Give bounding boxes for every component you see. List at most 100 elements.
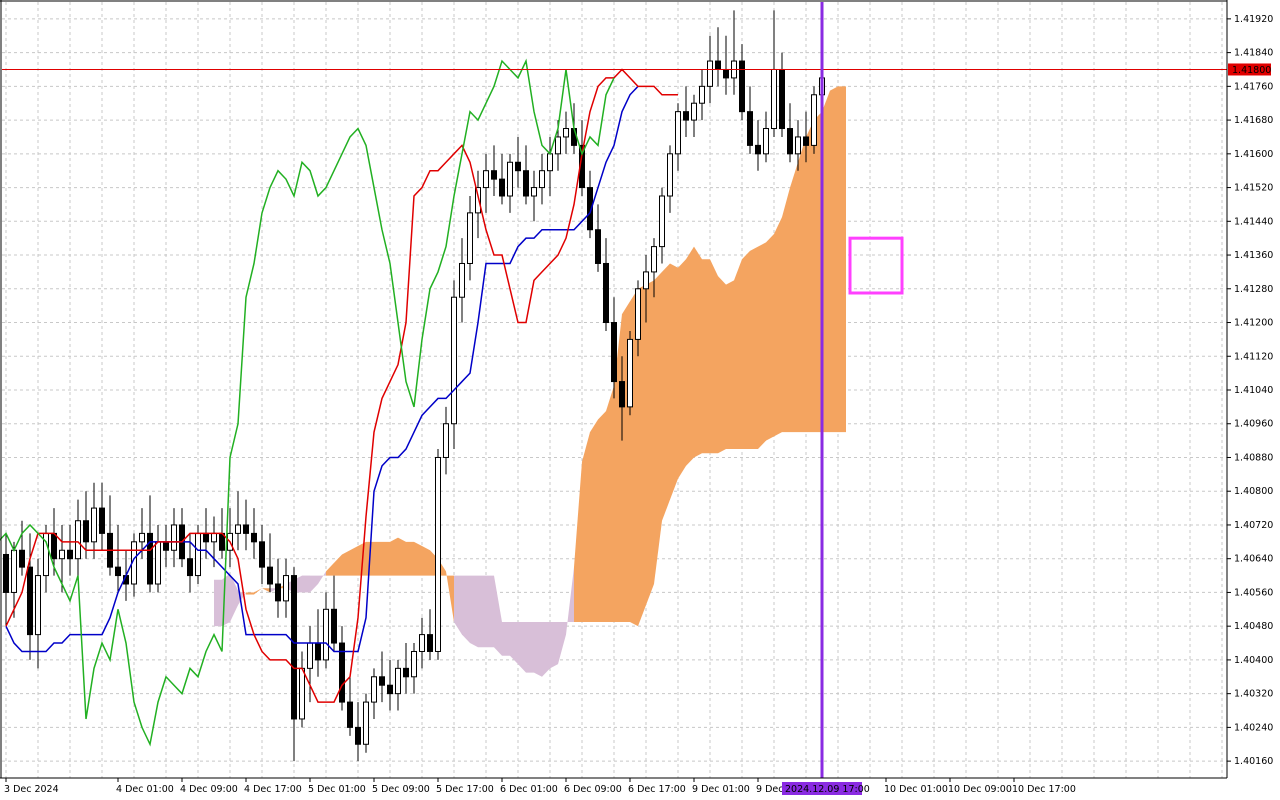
candle-body bbox=[27, 566, 33, 636]
candle-body bbox=[67, 549, 73, 560]
y-tick-label: 1.41200 bbox=[1234, 318, 1273, 329]
candle-body bbox=[771, 68, 777, 130]
cloud-segment bbox=[398, 537, 406, 576]
x-tick-label: 4 Dec 01:00 bbox=[116, 784, 174, 795]
y-tick-label: 1.40320 bbox=[1234, 689, 1273, 700]
cloud-segment bbox=[302, 575, 310, 593]
candle-body bbox=[627, 338, 633, 408]
candle-body bbox=[491, 170, 497, 180]
x-tick-label: 5 Dec 17:00 bbox=[436, 784, 494, 795]
cloud-segment bbox=[718, 276, 726, 454]
candle-body bbox=[187, 558, 193, 577]
candle-body bbox=[643, 271, 649, 290]
cloud-segment bbox=[782, 187, 790, 433]
candle-body bbox=[659, 195, 665, 248]
candle-body bbox=[515, 161, 521, 172]
candle-body bbox=[235, 524, 241, 534]
candle-body bbox=[619, 381, 625, 408]
candle-body bbox=[59, 549, 65, 560]
candle-body bbox=[275, 583, 281, 602]
cloud-segment bbox=[534, 621, 542, 677]
x-tick-label: 6 Dec 09:00 bbox=[564, 784, 622, 795]
candle-body bbox=[699, 85, 705, 104]
cloud-segment bbox=[686, 246, 694, 466]
cloud-segment bbox=[750, 246, 758, 450]
cloud-segment bbox=[694, 246, 702, 458]
cloud-segment bbox=[670, 263, 678, 500]
y-tick-label: 1.40960 bbox=[1234, 419, 1273, 430]
cloud-segment bbox=[518, 621, 526, 673]
candle-body bbox=[83, 520, 89, 543]
candle-body bbox=[507, 161, 513, 197]
cloud-segment bbox=[542, 621, 550, 677]
price-chart[interactable]: 1.41920 1.41840 1.41760 1.41680 1.41600 1.415… bbox=[0, 0, 1280, 800]
cloud-segment bbox=[758, 242, 766, 450]
candle-body bbox=[523, 170, 529, 197]
candle-body bbox=[251, 532, 257, 543]
candle-body bbox=[115, 566, 121, 577]
candle-body bbox=[787, 128, 793, 155]
cloud-segment bbox=[246, 592, 254, 595]
candle-body bbox=[547, 153, 553, 172]
cloud-segment bbox=[678, 259, 686, 479]
cloud-segment bbox=[766, 233, 774, 441]
candle-body bbox=[747, 111, 753, 146]
cloud-segment bbox=[710, 259, 718, 454]
candle-body bbox=[683, 111, 689, 121]
y-tick-label: 1.40560 bbox=[1234, 587, 1273, 598]
candle-body bbox=[443, 423, 449, 458]
candle-body bbox=[155, 541, 161, 585]
candle-body bbox=[595, 229, 601, 264]
candle-body bbox=[563, 128, 569, 138]
candle-body bbox=[467, 212, 473, 264]
candle-body bbox=[299, 667, 305, 720]
candle-body bbox=[147, 532, 153, 585]
cloud-segment bbox=[662, 263, 670, 521]
candle-body bbox=[603, 262, 609, 324]
candle-body bbox=[531, 187, 537, 197]
y-tick-label: 1.40640 bbox=[1234, 554, 1273, 565]
candle-body bbox=[99, 507, 105, 534]
candle-body bbox=[571, 128, 577, 146]
candle-body bbox=[243, 524, 249, 534]
cloud-segment bbox=[838, 86, 846, 433]
candle-body bbox=[283, 575, 289, 602]
price-axis[interactable]: 1.41920 1.41840 1.41760 1.41680 1.41600 1.415… bbox=[1226, 0, 1273, 778]
candle-body bbox=[3, 553, 9, 593]
candle-body bbox=[363, 701, 369, 745]
x-tick-label: 6 Dec 17:00 bbox=[628, 784, 686, 795]
cloud-segment bbox=[526, 621, 534, 673]
cloud-segment bbox=[742, 250, 750, 450]
candle-body bbox=[427, 634, 433, 652]
candle-body bbox=[795, 136, 801, 155]
cloud-segment bbox=[646, 280, 654, 606]
y-tick-label: 1.40720 bbox=[1234, 520, 1273, 531]
candle-body bbox=[739, 60, 745, 113]
cloud-segment bbox=[774, 217, 782, 437]
y-tick-label: 1.40480 bbox=[1234, 621, 1273, 632]
candle-body bbox=[379, 676, 385, 686]
cloud-segment bbox=[214, 579, 222, 627]
y-tick-label: 1.41280 bbox=[1234, 284, 1273, 295]
x-tick-label: 4 Dec 17:00 bbox=[244, 784, 302, 795]
y-tick-label: 1.41440 bbox=[1234, 216, 1273, 227]
candle-body bbox=[11, 549, 17, 593]
candle-body bbox=[139, 532, 145, 543]
y-tick-label: 1.41040 bbox=[1234, 385, 1273, 396]
y-tick-label: 1.41120 bbox=[1234, 351, 1273, 362]
candle-body bbox=[291, 575, 297, 720]
x-tick-label: 4 Dec 09:00 bbox=[180, 784, 238, 795]
cloud-segment bbox=[342, 550, 350, 576]
candle-body bbox=[811, 94, 817, 146]
candle-body bbox=[755, 144, 761, 155]
cloud-segment bbox=[702, 259, 710, 454]
cloud-segment bbox=[406, 541, 414, 576]
cloud-segment bbox=[374, 541, 382, 576]
x-tick-label: 5 Dec 01:00 bbox=[308, 784, 366, 795]
candle-body bbox=[259, 541, 265, 568]
candle-body bbox=[483, 170, 489, 189]
cloud-segment bbox=[598, 411, 606, 622]
candle-body bbox=[667, 153, 673, 197]
y-tick-label: 1.41680 bbox=[1234, 115, 1273, 126]
candle-body bbox=[635, 288, 641, 340]
